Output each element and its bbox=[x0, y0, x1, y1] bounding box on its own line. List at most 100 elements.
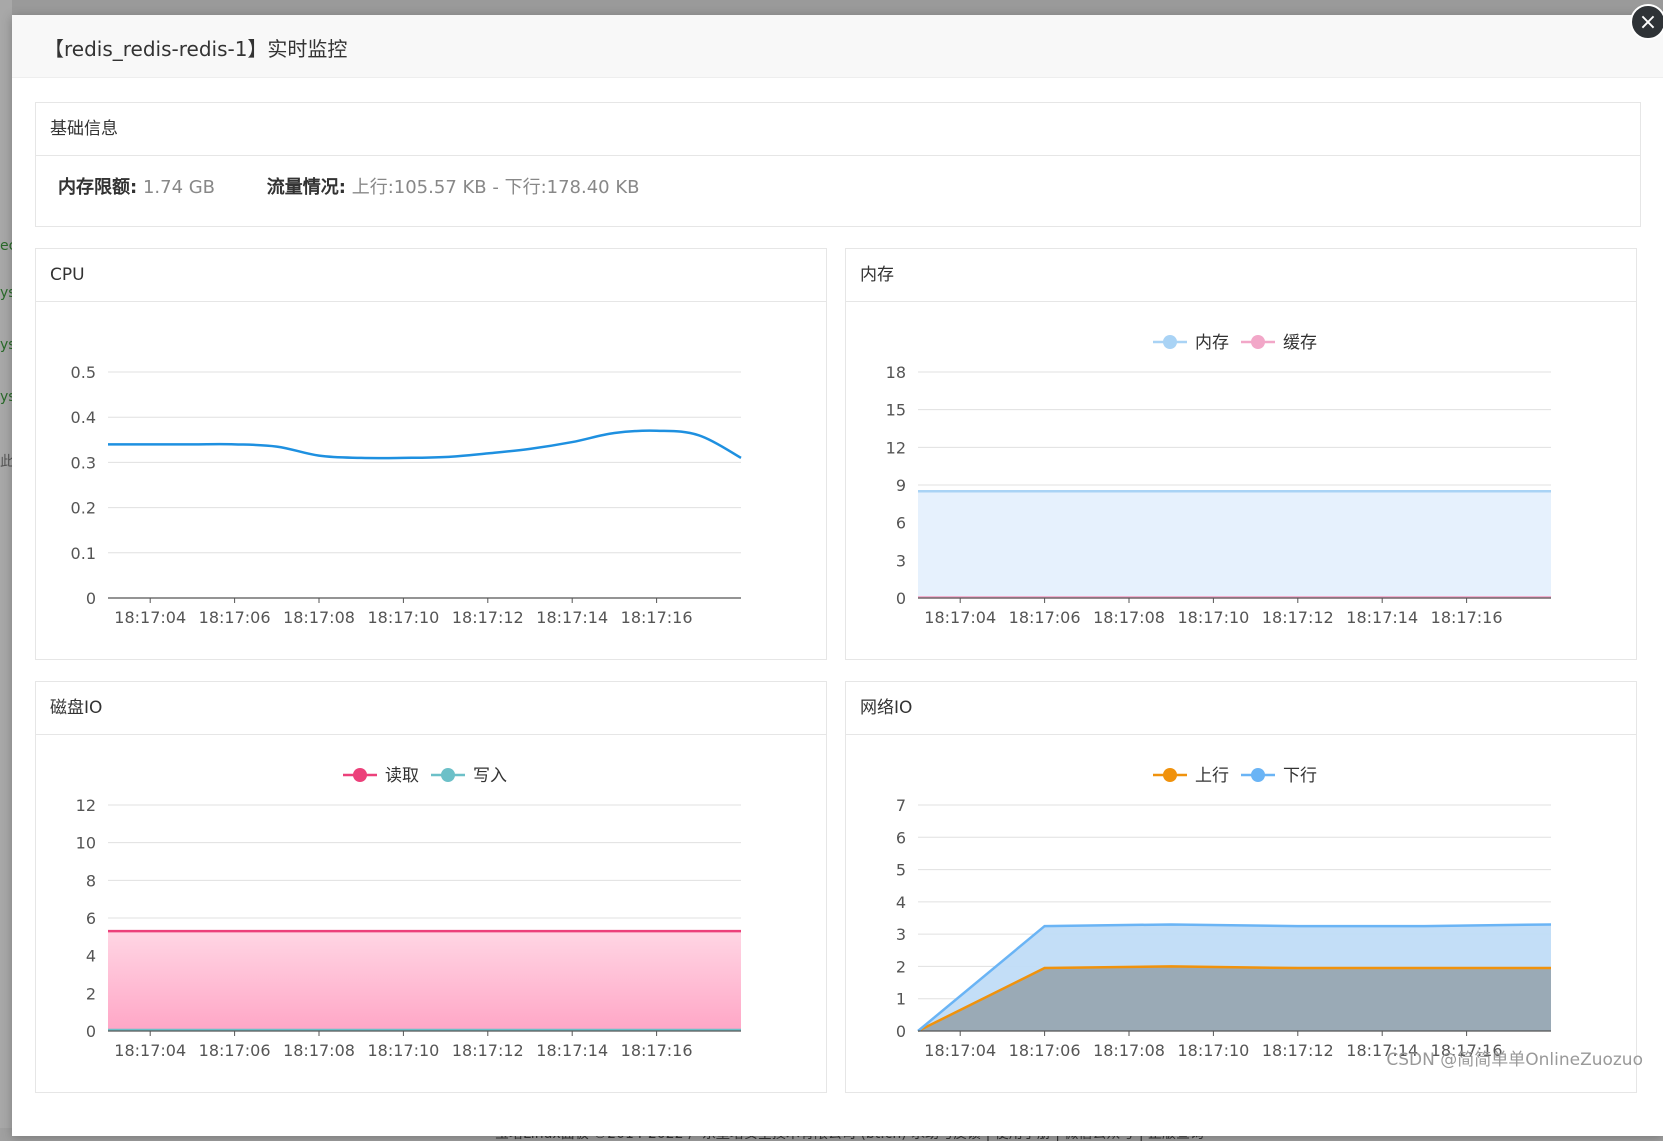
legend-label: 下行 bbox=[1283, 766, 1317, 786]
x-tick-label: 18:17:10 bbox=[367, 608, 439, 627]
x-tick-label: 18:17:06 bbox=[199, 1041, 271, 1060]
x-tick-label: 18:17:08 bbox=[1093, 608, 1165, 627]
y-tick-label: 0 bbox=[896, 589, 906, 608]
x-tick-label: 18:17:16 bbox=[1431, 608, 1503, 627]
cpu-panel: CPU 0 0.1 0.2 0.3 0.4 0.5 18:17:04 18:17:06 18:1… bbox=[35, 248, 827, 660]
y-tick-label: 0.1 bbox=[71, 544, 96, 563]
dialog-header: 【redis_redis-redis-1】实时监控 bbox=[12, 15, 1663, 78]
y-tick-label: 2 bbox=[86, 984, 96, 1003]
y-tick-label: 18 bbox=[886, 363, 906, 382]
legend-label: 写入 bbox=[473, 766, 507, 786]
bg-fragment: ys bbox=[0, 389, 12, 405]
cpu-chart: 0 0.1 0.2 0.3 0.4 0.5 18:17:04 18:17:06 18:17:08… bbox=[71, 363, 742, 627]
y-tick-label: 6 bbox=[896, 514, 906, 533]
legend-marker bbox=[353, 768, 367, 782]
x-tick-label: 18:17:04 bbox=[114, 608, 186, 627]
y-tick-label: 0.5 bbox=[71, 363, 96, 382]
bg-fragment: ec bbox=[0, 238, 12, 254]
bg-fragment: 此 bbox=[0, 454, 12, 470]
x-tick-label: 18:17:10 bbox=[367, 1041, 439, 1060]
y-tick-label: 12 bbox=[76, 796, 96, 815]
y-tick-label: 0 bbox=[86, 1022, 96, 1041]
y-tick-label: 15 bbox=[886, 401, 906, 420]
y-tick-label: 3 bbox=[896, 551, 906, 570]
y-tick-label: 8 bbox=[86, 871, 96, 890]
y-tick-label: 0 bbox=[86, 589, 96, 608]
legend-marker bbox=[1163, 768, 1177, 782]
monitor-dialog: 【redis_redis-redis-1】实时监控 基础信息 内存限额: 1.7… bbox=[12, 15, 1663, 1136]
x-tick-label: 18:17:04 bbox=[114, 1041, 186, 1060]
y-tick-label: 9 bbox=[896, 476, 906, 495]
disk-panel: 磁盘IO 0 2 4 6 8 10 12 18:17:04 18:17:06 18:17:08 18… bbox=[35, 681, 827, 1093]
y-tick-label: 7 bbox=[896, 796, 906, 815]
legend-label: 读取 bbox=[385, 766, 419, 786]
disk-chart: 0 2 4 6 8 10 12 18:17:04 18:17:06 18:17:08 18:17:1… bbox=[76, 766, 741, 1060]
legend-marker bbox=[1163, 335, 1177, 349]
cpu-title: CPU bbox=[36, 249, 826, 302]
y-tick-label: 10 bbox=[76, 834, 96, 853]
traffic: 流量情况: 上行:105.57 KB - 下行:178.40 KB bbox=[267, 173, 640, 199]
traffic-value: 上行:105.57 KB - 下行:178.40 KB bbox=[351, 177, 640, 198]
x-tick-label: 18:17:08 bbox=[1093, 1041, 1165, 1060]
close-icon[interactable]: × bbox=[1630, 4, 1663, 40]
x-tick-label: 18:17:12 bbox=[452, 1041, 524, 1060]
y-tick-label: 4 bbox=[86, 947, 96, 966]
y-tick-label: 6 bbox=[896, 828, 906, 847]
y-tick-label: 0 bbox=[896, 1022, 906, 1041]
background-left-strip: ec ys ys ys 此 bbox=[0, 0, 12, 1141]
memory-chart: 0 3 6 9 12 15 18 18:17:04 18:17:06 18:17:08 18:17:… bbox=[886, 333, 1551, 627]
legend-marker bbox=[441, 768, 455, 782]
y-tick-label: 0.2 bbox=[71, 499, 96, 518]
network-panel: 网络IO 0 1 2 3 4 5 6 7 18:17:04 18:17:06 18:17:08 18:… bbox=[845, 681, 1637, 1093]
basic-info-panel: 基础信息 内存限额: 1.74 GB 流量情况: 上行:105.57 KB - … bbox=[35, 102, 1641, 227]
legend-marker bbox=[1251, 335, 1265, 349]
x-tick-label: 18:17:12 bbox=[1262, 1041, 1334, 1060]
y-tick-label: 6 bbox=[86, 909, 96, 928]
legend-label: 上行 bbox=[1195, 766, 1229, 786]
x-tick-label: 18:17:06 bbox=[1009, 1041, 1081, 1060]
series-area bbox=[918, 491, 1551, 598]
x-tick-label: 18:17:14 bbox=[1346, 608, 1418, 627]
x-tick-label: 18:17:10 bbox=[1177, 1041, 1249, 1060]
x-tick-label: 18:17:16 bbox=[621, 1041, 693, 1060]
y-tick-label: 12 bbox=[886, 438, 906, 457]
y-tick-label: 0.4 bbox=[71, 408, 96, 427]
memory-limit: 内存限额: 1.74 GB bbox=[58, 173, 215, 199]
x-tick-label: 18:17:06 bbox=[199, 608, 271, 627]
legend-label: 缓存 bbox=[1283, 333, 1317, 353]
x-tick-label: 18:17:04 bbox=[924, 1041, 996, 1060]
dialog-title: 【redis_redis-redis-1】实时监控 bbox=[44, 37, 348, 61]
memory-panel: 内存 0 3 6 9 12 15 18 18:17:04 18:17:06 18:17:08 18:… bbox=[845, 248, 1637, 660]
y-tick-label: 0.3 bbox=[71, 453, 96, 472]
basic-info-title: 基础信息 bbox=[36, 103, 1640, 156]
network-chart: 0 1 2 3 4 5 6 7 18:17:04 18:17:06 18:17:08 18:17:10… bbox=[896, 766, 1552, 1060]
series-area bbox=[108, 931, 741, 1031]
x-tick-label: 18:17:08 bbox=[283, 608, 355, 627]
x-tick-label: 18:17:06 bbox=[1009, 608, 1081, 627]
y-tick-label: 2 bbox=[896, 957, 906, 976]
x-tick-label: 18:17:04 bbox=[924, 608, 996, 627]
x-tick-label: 18:17:10 bbox=[1177, 608, 1249, 627]
x-tick-label: 18:17:12 bbox=[1262, 608, 1334, 627]
y-tick-label: 5 bbox=[896, 861, 906, 880]
disk-title: 磁盘IO bbox=[36, 682, 826, 735]
traffic-label: 流量情况: bbox=[266, 177, 346, 198]
series-line bbox=[107, 429, 742, 460]
x-tick-label: 18:17:14 bbox=[536, 608, 608, 627]
x-tick-label: 18:17:08 bbox=[283, 1041, 355, 1060]
network-title: 网络IO bbox=[846, 682, 1636, 735]
bg-fragment: ys bbox=[0, 337, 12, 353]
y-tick-label: 1 bbox=[896, 990, 906, 1009]
bg-fragment: ys bbox=[0, 285, 12, 301]
watermark: CSDN @简简单单OnlineZuozuo bbox=[1386, 1050, 1643, 1070]
basic-info-row: 内存限额: 1.74 GB 流量情况: 上行:105.57 KB - 下行:17… bbox=[58, 173, 686, 199]
y-tick-label: 3 bbox=[896, 925, 906, 944]
legend-label: 内存 bbox=[1195, 333, 1229, 353]
memory-limit-label: 内存限额: bbox=[58, 177, 138, 198]
legend-marker bbox=[1251, 768, 1265, 782]
x-tick-label: 18:17:14 bbox=[536, 1041, 608, 1060]
memory-title: 内存 bbox=[846, 249, 1636, 302]
x-tick-label: 18:17:12 bbox=[452, 608, 524, 627]
y-tick-label: 4 bbox=[896, 893, 906, 912]
x-tick-label: 18:17:16 bbox=[621, 608, 693, 627]
